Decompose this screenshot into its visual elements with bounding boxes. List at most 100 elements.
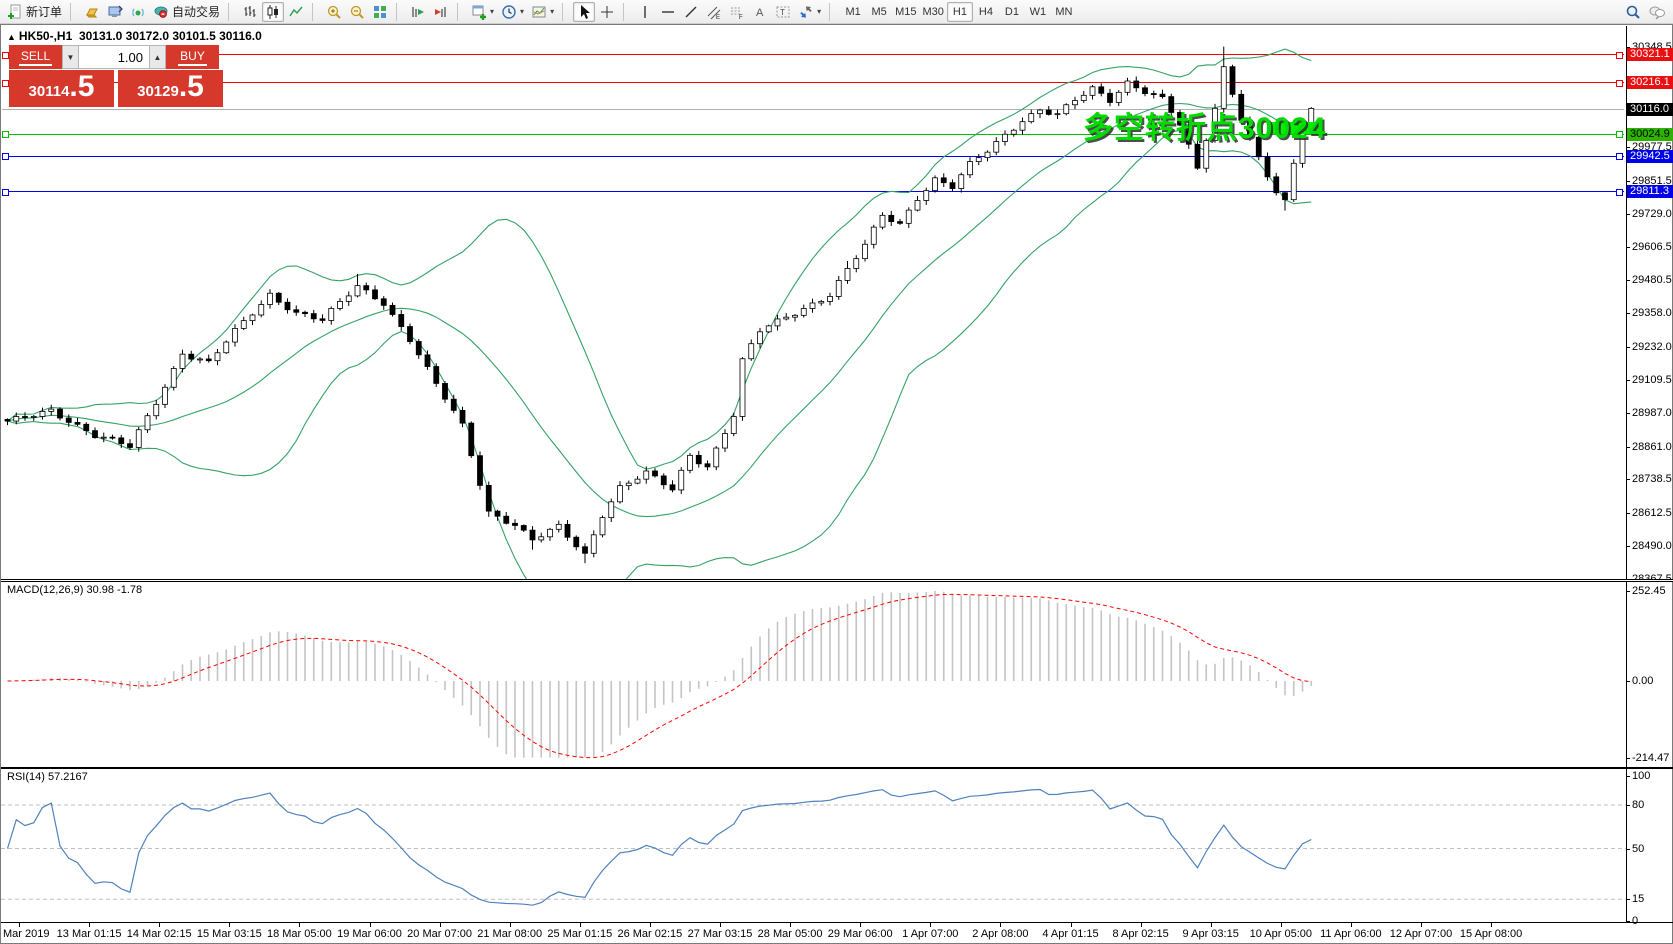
candle-body xyxy=(950,183,955,189)
trendline-button[interactable] xyxy=(680,2,702,22)
candle-body xyxy=(434,367,439,384)
candle-body xyxy=(898,222,903,224)
timeframe-mn[interactable]: MN xyxy=(1051,2,1077,22)
candle-body xyxy=(1099,87,1104,93)
candle-body xyxy=(1090,87,1095,96)
chat-icon xyxy=(1648,4,1666,20)
pane-separator[interactable] xyxy=(1,579,1673,582)
rsi-pane[interactable] xyxy=(1,769,1626,922)
bollinger-middle-band xyxy=(8,104,1312,517)
candlestick-chart-button[interactable] xyxy=(262,2,284,22)
candle-body xyxy=(1055,114,1060,115)
collapse-arrow-icon[interactable]: ▲ xyxy=(7,32,16,42)
vertical-line-icon xyxy=(638,4,652,20)
text-button[interactable]: A xyxy=(749,2,771,22)
tile-windows-button[interactable] xyxy=(369,2,391,22)
price-tick-label: 28612.5 xyxy=(1632,507,1672,519)
main-chart-pane[interactable] xyxy=(1,27,1626,579)
tile-windows-icon xyxy=(372,4,388,20)
market-watch-button[interactable] xyxy=(104,2,126,22)
toolbar-separator xyxy=(562,3,569,21)
bar-chart-button[interactable] xyxy=(239,2,261,22)
volume-increase-button[interactable]: ▲ xyxy=(149,45,166,69)
candle-body xyxy=(224,342,229,353)
sell-price[interactable]: 30114.5 xyxy=(9,70,114,107)
periods-button[interactable]: ▾ xyxy=(498,2,527,22)
candle-body xyxy=(705,464,710,467)
templates-button[interactable]: ▾ xyxy=(528,2,557,22)
volume-input[interactable] xyxy=(79,45,149,69)
price-tick-label: 29358.0 xyxy=(1632,307,1672,319)
history-center-button[interactable] xyxy=(81,2,103,22)
chart-window[interactable]: ▲HK50-,H1 30131.0 30172.0 30101.5 30116.… xyxy=(0,24,1673,944)
timeframe-w1[interactable]: W1 xyxy=(1025,2,1051,22)
pane-separator[interactable] xyxy=(1,767,1673,769)
candle-body xyxy=(1108,93,1113,102)
buy-button[interactable]: BUY xyxy=(166,45,219,69)
zoom-out-button[interactable] xyxy=(346,2,368,22)
cursor-button[interactable] xyxy=(573,2,595,22)
zoom-out-icon xyxy=(349,4,365,20)
equidistant-channel-button[interactable]: E xyxy=(703,2,725,22)
candle-body xyxy=(1265,157,1270,177)
annotation-text[interactable]: 多空转折点30024 xyxy=(1083,103,1326,147)
volume-decrease-button[interactable]: ▼ xyxy=(62,45,79,69)
timeframe-m1[interactable]: M1 xyxy=(840,2,866,22)
buy-price[interactable]: 30129.5 xyxy=(118,70,223,107)
candle-body xyxy=(250,315,255,321)
candle-body xyxy=(556,524,561,529)
candle-body xyxy=(513,523,518,525)
candle-body xyxy=(399,315,404,327)
new-order-button[interactable]: 新订单 xyxy=(4,2,65,22)
candle-body xyxy=(626,483,631,485)
candle-body xyxy=(75,422,80,424)
timeframe-h4[interactable]: H4 xyxy=(973,2,999,22)
candle-body xyxy=(303,312,308,313)
arrows-button[interactable]: ▾ xyxy=(795,2,824,22)
candle-body xyxy=(679,470,684,490)
time-tick xyxy=(370,923,371,927)
candle-body xyxy=(810,303,815,308)
timeframe-h1[interactable]: H1 xyxy=(947,2,973,22)
macd-pane[interactable] xyxy=(1,582,1626,767)
sell-button[interactable]: SELL xyxy=(9,45,62,69)
candle-body xyxy=(276,293,281,302)
chart-shift-button[interactable] xyxy=(430,2,452,22)
timeframe-m30[interactable]: M30 xyxy=(920,2,947,22)
timeframe-m15[interactable]: M15 xyxy=(892,2,919,22)
search-button[interactable] xyxy=(1622,2,1644,22)
time-tick xyxy=(1421,923,1422,927)
new-chart-button[interactable]: ▾ xyxy=(468,2,497,22)
vertical-line-button[interactable] xyxy=(634,2,656,22)
svg-text:A: A xyxy=(756,7,764,19)
candle-body xyxy=(854,259,859,269)
line-chart-button[interactable] xyxy=(285,2,307,22)
autotrade-button[interactable]: 自动交易 xyxy=(150,2,223,22)
price-tick-label: 28738.5 xyxy=(1632,473,1672,485)
text-label-button[interactable]: T xyxy=(772,2,794,22)
candle-body xyxy=(110,437,115,438)
timeframe-m5[interactable]: M5 xyxy=(866,2,892,22)
chat-button[interactable] xyxy=(1645,2,1669,22)
candle-body xyxy=(845,268,850,280)
candle-body xyxy=(198,359,203,360)
horizontal-line-button[interactable] xyxy=(657,2,679,22)
candle-body xyxy=(565,524,570,537)
candle-body xyxy=(364,286,369,290)
candle-body xyxy=(381,299,386,306)
cursor-icon xyxy=(576,4,592,20)
candle-body xyxy=(1143,88,1148,94)
fibonacci-button[interactable]: F xyxy=(726,2,748,22)
resistance-line-2-price-label: 30216.1 xyxy=(1627,76,1673,89)
candle-body xyxy=(346,296,351,302)
auto-scroll-button[interactable] xyxy=(407,2,429,22)
dropdown-caret: ▾ xyxy=(490,7,494,16)
candle-body xyxy=(766,326,771,332)
candle-body xyxy=(644,471,649,479)
rsi-tick-label: 15 xyxy=(1632,893,1644,905)
signals-button[interactable] xyxy=(127,2,149,22)
zoom-in-button[interactable] xyxy=(323,2,345,22)
crosshair-button[interactable] xyxy=(596,2,618,22)
timeframe-d1[interactable]: D1 xyxy=(999,2,1025,22)
candle-body xyxy=(933,178,938,191)
